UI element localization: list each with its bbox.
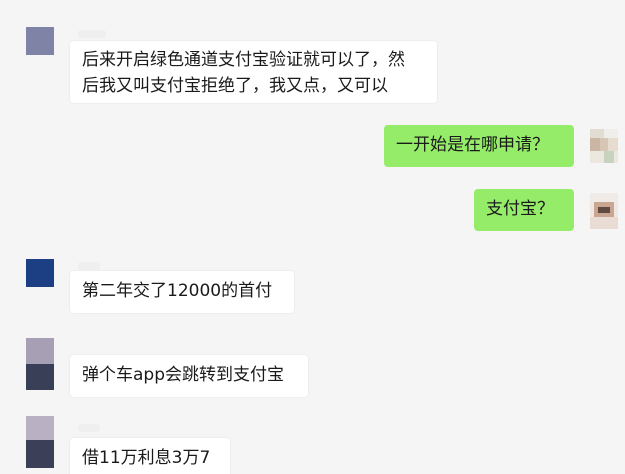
blurred-sender-name <box>78 30 106 38</box>
my-avatar[interactable] <box>590 129 618 163</box>
chat-window: 后来开启绿色通道支付宝验证就可以了，然 后我又叫支付宝拒绝了，我又点，又可以 一… <box>0 0 625 474</box>
contact-avatar[interactable] <box>26 416 54 468</box>
message-bubble-incoming[interactable]: 借11万利息3万7 <box>70 438 230 474</box>
message-bubble-incoming[interactable]: 弹个车app会跳转到支付宝 <box>70 355 308 397</box>
message-text: 后我又叫支付宝拒绝了，我又点，又可以 <box>82 76 388 96</box>
message-text: 支付宝？ <box>486 199 554 219</box>
blurred-sender-name <box>78 424 100 432</box>
message-bubble-incoming[interactable]: 后来开启绿色通道支付宝验证就可以了，然 后我又叫支付宝拒绝了，我又点，又可以 <box>70 41 437 103</box>
message-bubble-outgoing[interactable]: 支付宝？ <box>474 189 574 231</box>
message-text: 后来开启绿色通道支付宝验证就可以了，然 <box>82 50 405 70</box>
my-avatar[interactable] <box>590 193 618 229</box>
blurred-sender-name <box>78 262 100 270</box>
contact-avatar[interactable] <box>26 259 54 287</box>
message-text: 第二年交了12000的首付 <box>82 281 273 301</box>
message-text: 借11万利息3万7 <box>82 448 211 468</box>
message-bubble-incoming[interactable]: 第二年交了12000的首付 <box>70 271 294 313</box>
message-bubble-outgoing[interactable]: 一开始是在哪申请？ <box>384 125 574 167</box>
message-text: 弹个车app会跳转到支付宝 <box>82 365 284 385</box>
message-text: 一开始是在哪申请？ <box>396 135 549 155</box>
contact-avatar[interactable] <box>26 27 54 55</box>
contact-avatar[interactable] <box>26 338 54 390</box>
